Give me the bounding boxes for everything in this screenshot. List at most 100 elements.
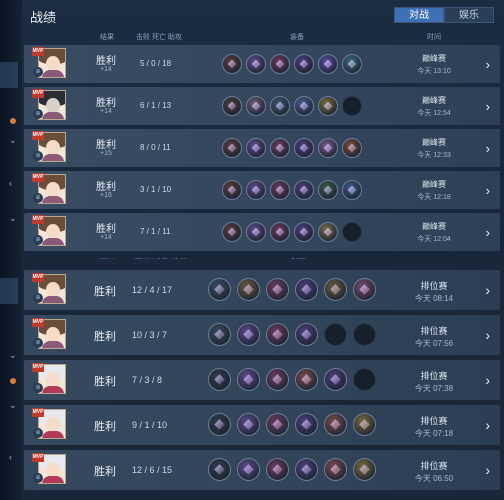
match-row[interactable]: MVP ⊕ 胜利 9 / 1 / 10 排位赛 今天 07:18 ›	[24, 405, 500, 445]
chevron-right-icon[interactable]: ›	[485, 282, 490, 298]
equipment-item-icon[interactable]	[270, 138, 290, 158]
match-row[interactable]: MVP ⊕ 胜利 12 / 4 / 17 排位赛 今天 08:14 ›	[24, 270, 500, 310]
equipment-item-icon[interactable]	[295, 413, 318, 436]
equipment-item-icon[interactable]	[324, 278, 347, 301]
equipment-item-icon[interactable]	[342, 138, 362, 158]
equipment-item-icon[interactable]	[266, 368, 289, 391]
chevron-down-icon[interactable]: ⌄	[9, 213, 17, 224]
equipment-item-icon[interactable]	[237, 413, 260, 436]
hero-avatar-group[interactable]: MVP ⊕	[32, 47, 66, 80]
share-icon[interactable]: ⊕	[33, 338, 43, 348]
share-icon[interactable]: ⊕	[33, 383, 43, 393]
equipment-item-icon[interactable]	[222, 138, 242, 158]
equipment-item-icon[interactable]	[294, 54, 314, 74]
equipment-item-icon[interactable]	[246, 54, 266, 74]
empty-equipment-slot[interactable]	[353, 323, 376, 346]
share-icon[interactable]: ⊕	[33, 293, 43, 303]
hero-avatar-group[interactable]: MVP ⊕	[32, 215, 66, 248]
equipment-item-icon[interactable]	[324, 458, 347, 481]
chevron-right-icon[interactable]: ›	[486, 141, 490, 156]
equipment-item-icon[interactable]	[318, 180, 338, 200]
equipment-item-icon[interactable]	[324, 413, 347, 436]
equipment-item-icon[interactable]	[237, 278, 260, 301]
chevron-right-icon[interactable]: ›	[485, 327, 490, 343]
equipment-item-icon[interactable]	[270, 180, 290, 200]
equipment-item-icon[interactable]	[270, 54, 290, 74]
equipment-item-icon[interactable]	[237, 368, 260, 391]
chevron-right-icon[interactable]: ›	[486, 183, 490, 198]
tab-battle[interactable]: 对战	[394, 7, 444, 23]
equipment-item-icon[interactable]	[318, 222, 338, 242]
equipment-item-icon[interactable]	[353, 278, 376, 301]
chevron-right-icon[interactable]: ›	[485, 462, 490, 478]
equipment-item-icon[interactable]	[318, 54, 338, 74]
equipment-item-icon[interactable]	[222, 96, 242, 116]
match-row[interactable]: MVP ⊕ 胜利 10 / 3 / 7 排位赛 今天 07:56 ›	[24, 315, 500, 355]
equipment-item-icon[interactable]	[246, 222, 266, 242]
match-row[interactable]: MVP ⊕ 胜利 +14 7 / 1 / 11 巅峰赛 今天 12:04 ›	[24, 213, 500, 251]
empty-equipment-slot[interactable]	[353, 368, 376, 391]
equipment-item-icon[interactable]	[295, 323, 318, 346]
chevron-left-icon[interactable]: ‹	[9, 452, 12, 462]
hero-avatar-group[interactable]: MVP ⊕	[32, 363, 66, 396]
equipment-item-icon[interactable]	[246, 96, 266, 116]
equipment-item-icon[interactable]	[342, 54, 362, 74]
match-row[interactable]: MVP ⊕ 胜利 12 / 6 / 15 排位赛 今天 06:50 ›	[24, 450, 500, 490]
equipment-item-icon[interactable]	[353, 458, 376, 481]
equipment-item-icon[interactable]	[353, 413, 376, 436]
equipment-item-icon[interactable]	[318, 96, 338, 116]
share-icon[interactable]: ⊕	[33, 473, 43, 483]
share-icon[interactable]: ⊕	[33, 235, 43, 245]
match-row[interactable]: MVP ⊕ 胜利 +16 3 / 1 / 10 巅峰赛 今天 12:18 ›	[24, 171, 500, 209]
hero-avatar-group[interactable]: MVP ⊕	[32, 318, 66, 351]
chevron-down-icon[interactable]: ⌄	[9, 350, 17, 361]
chevron-right-icon[interactable]: ›	[485, 417, 490, 433]
equipment-item-icon[interactable]	[294, 138, 314, 158]
hero-avatar-group[interactable]: MVP ⊕	[32, 408, 66, 441]
equipment-item-icon[interactable]	[208, 458, 231, 481]
equipment-item-icon[interactable]	[266, 278, 289, 301]
hero-avatar-group[interactable]: MVP ⊕	[32, 173, 66, 206]
hero-avatar-group[interactable]: MVP ⊕	[32, 89, 66, 122]
chevron-down-icon[interactable]: ⌄	[9, 135, 17, 146]
equipment-item-icon[interactable]	[295, 278, 318, 301]
equipment-item-icon[interactable]	[270, 96, 290, 116]
chevron-right-icon[interactable]: ›	[486, 225, 490, 240]
share-icon[interactable]: ⊕	[33, 193, 43, 203]
equipment-item-icon[interactable]	[246, 138, 266, 158]
hero-avatar-group[interactable]: MVP ⊕	[32, 453, 66, 486]
equipment-item-icon[interactable]	[208, 323, 231, 346]
chevron-right-icon[interactable]: ›	[486, 57, 490, 72]
empty-equipment-slot[interactable]	[324, 323, 347, 346]
equipment-item-icon[interactable]	[237, 458, 260, 481]
hero-avatar-group[interactable]: MVP ⊕	[32, 131, 66, 164]
share-icon[interactable]: ⊕	[33, 109, 43, 119]
equipment-item-icon[interactable]	[295, 458, 318, 481]
chevron-right-icon[interactable]: ›	[486, 99, 490, 114]
share-icon[interactable]: ⊕	[33, 67, 43, 77]
equipment-item-icon[interactable]	[208, 368, 231, 391]
equipment-item-icon[interactable]	[342, 180, 362, 200]
share-icon[interactable]: ⊕	[33, 151, 43, 161]
equipment-item-icon[interactable]	[237, 323, 260, 346]
equipment-item-icon[interactable]	[318, 138, 338, 158]
hero-avatar-group[interactable]: MVP ⊕	[32, 273, 66, 306]
equipment-item-icon[interactable]	[222, 222, 242, 242]
share-icon[interactable]: ⊕	[33, 428, 43, 438]
match-row[interactable]: MVP ⊕ 胜利 +14 6 / 1 / 13 巅峰赛 今天 12:54 ›	[24, 87, 500, 125]
equipment-item-icon[interactable]	[266, 458, 289, 481]
tab-entertainment[interactable]: 娱乐	[444, 7, 494, 23]
match-row[interactable]: MVP ⊕ 胜利 +15 8 / 0 / 11 巅峰赛 今天 12:33 ›	[24, 129, 500, 167]
equipment-item-icon[interactable]	[324, 368, 347, 391]
match-row[interactable]: MVP ⊕ 胜利 7 / 3 / 8 排位赛 今天 07:38 ›	[24, 360, 500, 400]
equipment-item-icon[interactable]	[270, 222, 290, 242]
empty-equipment-slot[interactable]	[342, 222, 362, 242]
equipment-item-icon[interactable]	[222, 54, 242, 74]
equipment-item-icon[interactable]	[208, 413, 231, 436]
equipment-item-icon[interactable]	[266, 323, 289, 346]
chevron-down-icon[interactable]: ⌄	[9, 400, 17, 411]
equipment-item-icon[interactable]	[246, 180, 266, 200]
equipment-item-icon[interactable]	[294, 222, 314, 242]
empty-equipment-slot[interactable]	[342, 96, 362, 116]
match-row[interactable]: MVP ⊕ 胜利 +14 5 / 0 / 18 巅峰赛 今天 13:10 ›	[24, 45, 500, 83]
